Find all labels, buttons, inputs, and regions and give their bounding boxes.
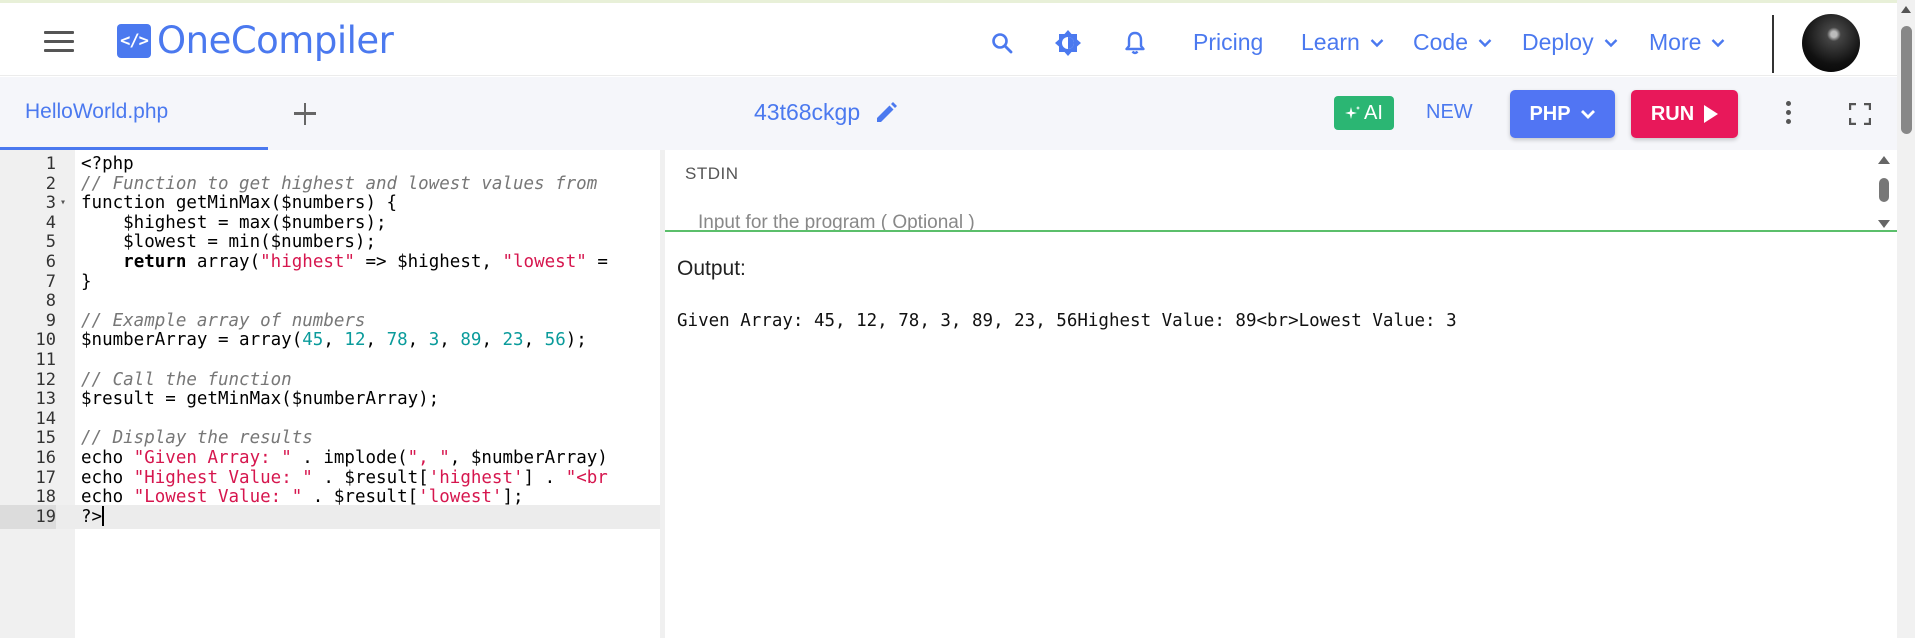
user-avatar[interactable]	[1802, 14, 1860, 72]
code-id[interactable]: 43t68ckgp	[754, 99, 898, 126]
menu-icon[interactable]	[44, 31, 74, 53]
nav-pricing[interactable]: Pricing	[1193, 29, 1263, 56]
page-scrollbar[interactable]	[1897, 0, 1915, 638]
stdin-label: STDIN	[685, 164, 739, 183]
text-cursor	[102, 505, 105, 526]
ai-button[interactable]: AI	[1334, 96, 1394, 130]
code-text: ?>	[81, 505, 105, 527]
stdin-input[interactable]: Input for the program ( Optional )	[698, 212, 975, 230]
theme-toggle-icon[interactable]	[1054, 29, 1082, 57]
language-label: PHP	[1529, 102, 1571, 125]
play-icon	[1704, 105, 1719, 123]
sparkle-icon	[1345, 106, 1361, 119]
language-select[interactable]: PHP	[1510, 90, 1615, 138]
ai-label: AI	[1364, 101, 1383, 124]
line-number: 19	[0, 504, 56, 529]
notification-bell-icon[interactable]	[1121, 29, 1149, 57]
logo-text: OneCompiler	[157, 19, 394, 62]
scrollbar-thumb[interactable]	[1901, 26, 1912, 134]
nav-code[interactable]: Code	[1413, 29, 1492, 56]
logo[interactable]: </> OneCompiler	[117, 19, 394, 62]
logo-icon: </>	[117, 23, 151, 58]
scroll-down-arrow-icon[interactable]	[1878, 220, 1890, 228]
output-label: Output:	[677, 257, 746, 280]
stdin-scrollbar[interactable]	[1877, 154, 1891, 230]
tab-file[interactable]: HelloWorld.php	[0, 77, 268, 150]
chevron-down-icon	[1580, 109, 1595, 119]
chevron-down-icon	[1604, 38, 1617, 47]
output-text: Given Array: 45, 12, 78, 3, 89, 23, 56Hi…	[677, 311, 1457, 331]
scroll-up-arrow-icon[interactable]	[1878, 156, 1890, 164]
code-id-label: 43t68ckgp	[754, 99, 861, 125]
new-button[interactable]: NEW	[1426, 101, 1473, 124]
code-editor[interactable]: 1 <?php 2// Function to get highest and lo…	[0, 150, 660, 638]
chevron-down-icon	[1370, 38, 1384, 47]
nav-deploy[interactable]: Deploy	[1522, 29, 1618, 56]
run-label: RUN	[1650, 102, 1695, 125]
editor-toolbar: HelloWorld.php 43t68ckgp AI NEW PHP RUN	[0, 77, 1897, 150]
run-button[interactable]: RUN	[1631, 90, 1738, 138]
chevron-down-icon	[1712, 38, 1725, 47]
edit-pencil-icon[interactable]	[874, 101, 898, 125]
nav-learn[interactable]: Learn	[1301, 29, 1384, 56]
code-line[interactable]: 19 ?>	[0, 504, 660, 529]
scroll-up-arrow-icon[interactable]	[1901, 6, 1911, 13]
top-navbar: </> OneCompiler Pricing Learn Code Deplo…	[0, 0, 1897, 76]
search-icon[interactable]	[988, 29, 1016, 57]
scrollbar-thumb[interactable]	[1879, 178, 1889, 202]
fullscreen-icon[interactable]	[1848, 102, 1872, 126]
chevron-down-icon	[1478, 38, 1492, 47]
more-options-icon[interactable]	[1783, 101, 1793, 129]
add-file-icon[interactable]	[290, 99, 320, 129]
nav-divider	[1772, 15, 1774, 73]
nav-more[interactable]: More	[1649, 29, 1725, 56]
stdin-panel: STDIN Input for the program ( Optional )	[665, 150, 1897, 232]
